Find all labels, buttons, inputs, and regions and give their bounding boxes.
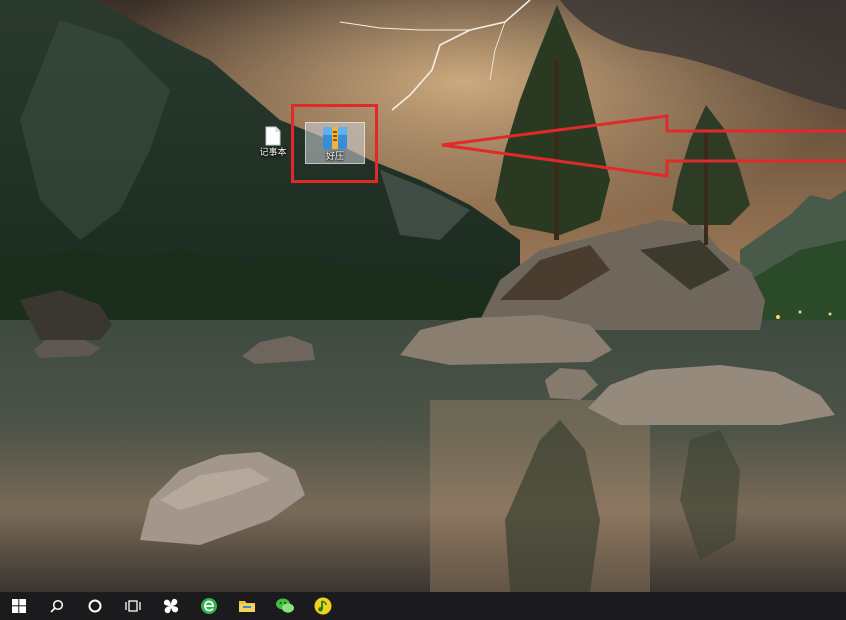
taskbar (0, 592, 846, 620)
task-view-button[interactable] (114, 592, 152, 620)
app-file-explorer[interactable] (228, 592, 266, 620)
app-browser[interactable] (190, 592, 228, 620)
pinwheel-icon (163, 598, 179, 614)
folder-icon (239, 601, 255, 612)
app-pinwheel[interactable] (152, 592, 190, 620)
start-button[interactable] (0, 592, 38, 620)
desktop[interactable]: 记事本 好压 (0, 0, 846, 592)
desktop-icon-archive[interactable]: 好压 (305, 122, 365, 164)
app-wechat[interactable] (266, 592, 304, 620)
desktop-icon-notepad[interactable]: 记事本 (255, 126, 291, 159)
desktop-icon-label: 好压 (325, 152, 344, 162)
archive-icon (323, 127, 347, 149)
search-button[interactable] (38, 592, 76, 620)
cortana-button[interactable] (76, 592, 114, 620)
cortana-circle-icon (88, 599, 102, 613)
desktop-wallpaper (0, 0, 846, 592)
text-file-icon (265, 126, 281, 146)
windows-logo-icon (12, 599, 26, 613)
desktop-icon-label: 记事本 (259, 148, 287, 158)
wechat-icon (276, 598, 294, 613)
task-view-icon (125, 600, 141, 612)
search-icon (50, 599, 64, 613)
music-note-icon (314, 597, 332, 615)
browser-e-icon (201, 598, 217, 614)
app-media-player[interactable] (304, 592, 342, 620)
